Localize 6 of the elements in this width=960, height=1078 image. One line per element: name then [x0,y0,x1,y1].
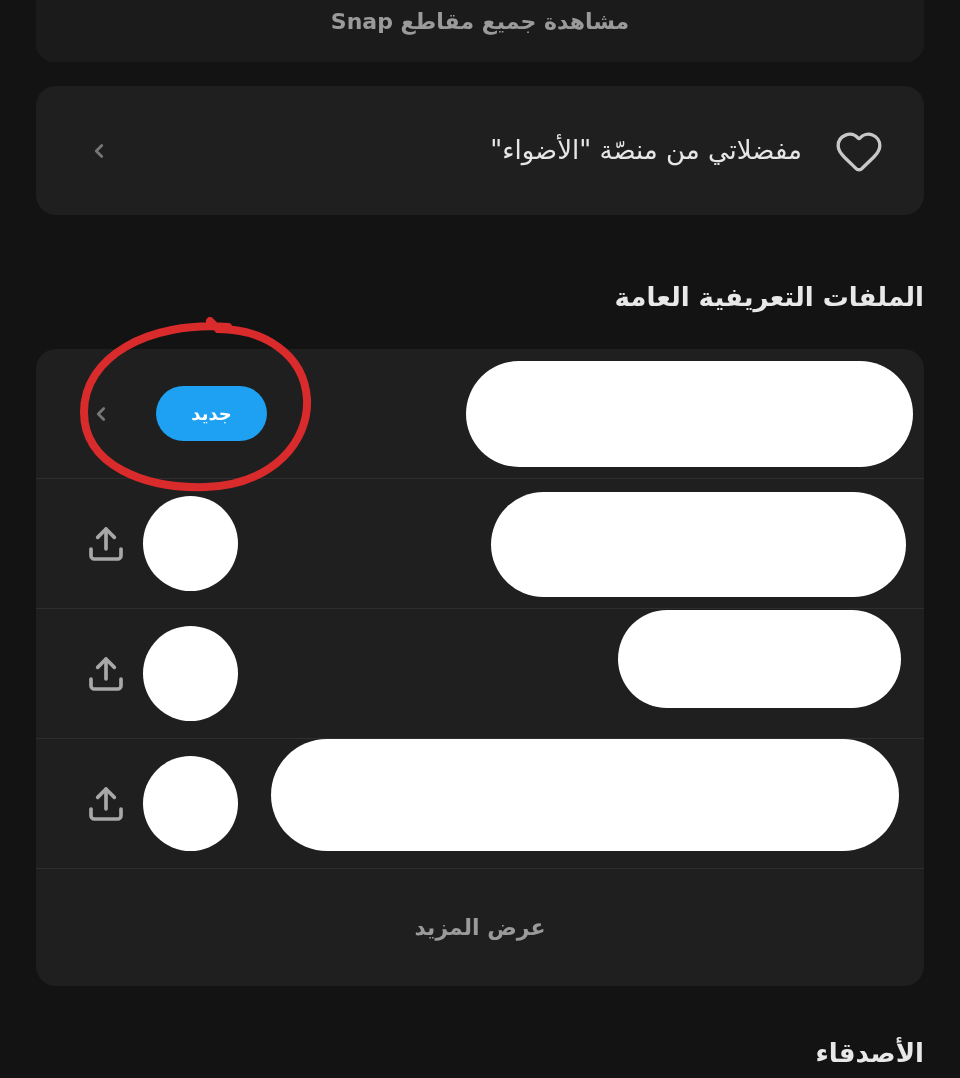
section-heading: الأصدقاء [815,1036,924,1070]
view-all-snaps-card[interactable]: مشاهدة جميع مقاطع Snap [36,0,924,62]
section-heading: الملفات التعريفية العامة [614,281,924,315]
new-badge: جديد [156,386,267,441]
show-more-button[interactable]: عرض المزيد [414,911,546,944]
favorites-card[interactable]: مفضلاتي من منصّة "الأضواء" [36,86,924,215]
